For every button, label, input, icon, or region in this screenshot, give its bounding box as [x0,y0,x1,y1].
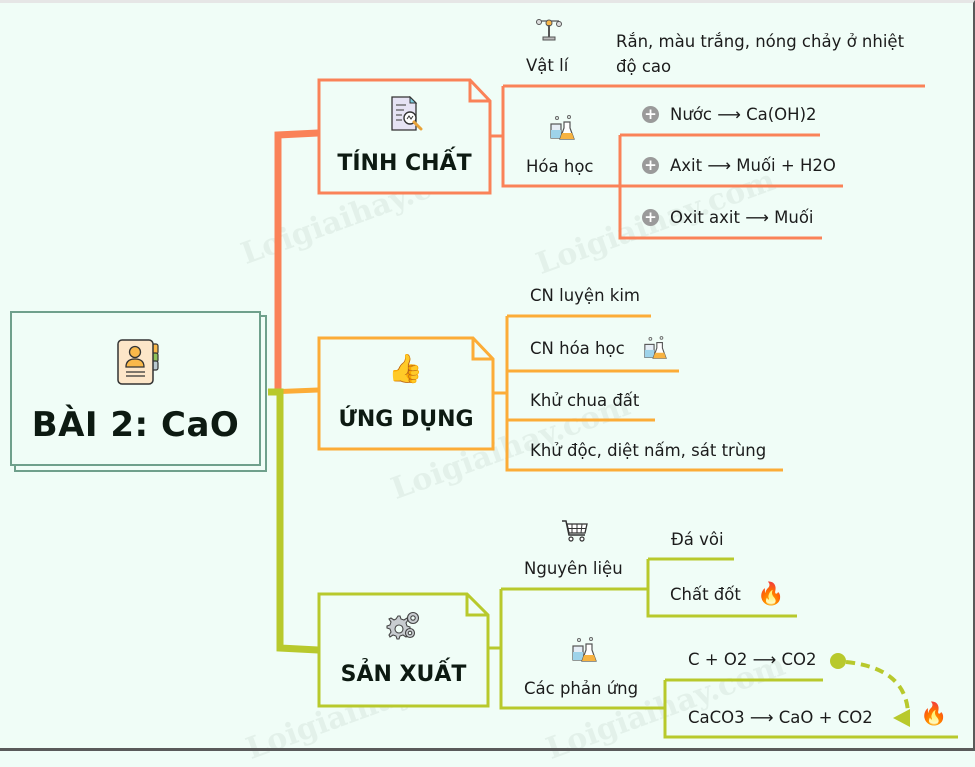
image-frame [0,0,975,751]
